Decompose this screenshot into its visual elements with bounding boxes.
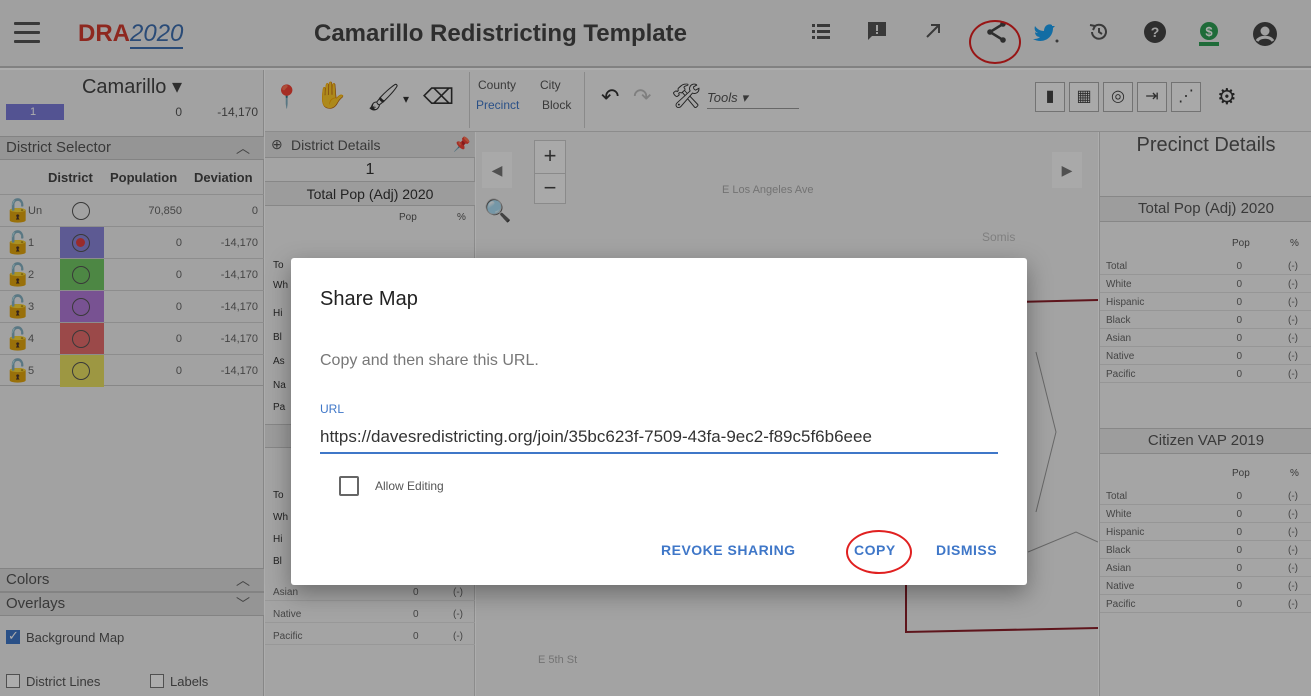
url-field-label: URL [320, 402, 345, 416]
allow-editing-label: Allow Editing [375, 479, 444, 493]
revoke-sharing-button[interactable]: REVOKE SHARING [661, 542, 796, 558]
share-map-dialog: Share Map Copy and then share this URL. … [291, 258, 1027, 585]
dialog-description: Copy and then share this URL. [320, 352, 539, 369]
allow-editing-checkbox[interactable] [339, 476, 359, 496]
dialog-title: Share Map [320, 288, 418, 310]
share-url-input[interactable] [320, 422, 998, 454]
copy-highlight-ring [846, 530, 912, 574]
dismiss-button[interactable]: DISMISS [936, 542, 997, 558]
